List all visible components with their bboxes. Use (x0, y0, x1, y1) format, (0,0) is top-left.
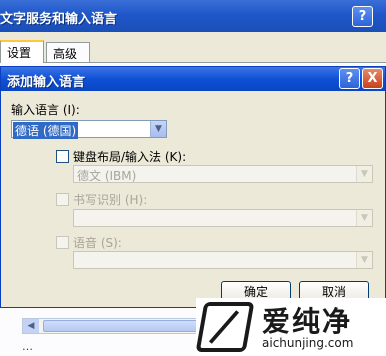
speech-checkbox[interactable] (56, 236, 69, 249)
dialog-help-button[interactable]: ? (339, 68, 360, 89)
chevron-down-icon[interactable]: ▼ (356, 210, 372, 226)
handwriting-select[interactable]: ▼ (73, 209, 373, 227)
add-input-language-dialog: 添加输入语言 ? X 输入语言 (I): 德语 (德国) ▼ 键盘布局/输入法 … (0, 66, 386, 308)
input-language-label: 输入语言 (I): (11, 103, 80, 117)
background-bottom-text: … (22, 340, 33, 353)
dialog-titlebar: 添加输入语言 ? X (1, 67, 385, 91)
input-language-select[interactable]: 德语 (德国) ▼ (11, 120, 167, 139)
watermark-brand-text: 爱纯净 (262, 305, 353, 338)
keyboard-layout-select[interactable]: 德文 (IBM) ▼ (73, 165, 373, 183)
watermark-url: aichunjing.com (262, 336, 354, 350)
handwriting-checkbox[interactable] (56, 193, 69, 206)
watermark-logo-icon (195, 302, 255, 352)
chevron-down-icon[interactable]: ▼ (356, 166, 372, 182)
keyboard-layout-label: 键盘布局/输入法 (K): (73, 150, 187, 164)
background-window-titlebar: 文字服务和输入语言 ? (0, 0, 386, 32)
input-language-value: 德语 (德国) (13, 122, 79, 139)
tab-settings[interactable]: 设置 (0, 40, 44, 63)
speech-select[interactable]: ▼ (73, 251, 373, 269)
watermark: 爱纯净 aichunjing.com (195, 298, 386, 356)
chevron-down-icon[interactable]: ▼ (356, 252, 372, 268)
background-window-title: 文字服务和输入语言 (0, 12, 118, 27)
dialog-title: 添加输入语言 (7, 75, 86, 90)
keyboard-layout-checkbox[interactable] (56, 150, 69, 163)
tab-advanced[interactable]: 高级 (46, 42, 90, 62)
background-help-button[interactable]: ? (352, 6, 373, 27)
chevron-down-icon[interactable]: ▼ (150, 121, 166, 137)
keyboard-layout-value: 德文 (IBM) (77, 169, 137, 183)
dialog-close-button[interactable]: X (362, 68, 383, 89)
handwriting-label: 书写识别 (H): (73, 193, 148, 207)
scroll-left-icon[interactable]: ◀ (23, 319, 39, 333)
speech-label: 语音 (S): (73, 236, 122, 250)
